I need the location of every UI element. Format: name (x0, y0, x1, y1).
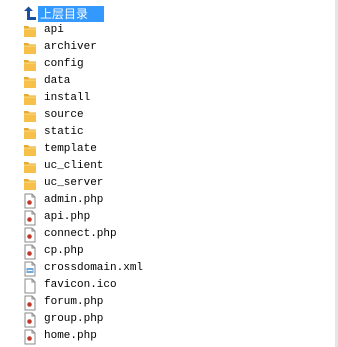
parent-directory-item[interactable]: 上层目录 (23, 5, 338, 22)
folder-item[interactable]: uc_server (23, 175, 338, 192)
folder-item[interactable]: config (23, 56, 338, 73)
xml-file-icon (23, 261, 37, 277)
folder-icon (23, 125, 37, 141)
file-name: admin.php (44, 194, 104, 206)
file-name: home.php (44, 330, 97, 342)
file-list: 上层目录 api archiver config data install source s… (23, 5, 338, 345)
folder-icon (23, 176, 37, 192)
php-file-icon (23, 244, 37, 260)
folder-item[interactable]: source (23, 107, 338, 124)
folder-icon (23, 108, 37, 124)
folder-item[interactable]: uc_client (23, 158, 338, 175)
folder-icon (23, 74, 37, 90)
file-item[interactable]: api.php (23, 209, 338, 226)
file-list-pane: 上层目录 api archiver config data install source s… (0, 0, 338, 347)
folder-item[interactable]: static (23, 124, 338, 141)
blank-file-icon (23, 278, 37, 294)
folder-icon (23, 40, 37, 56)
folder-name: uc_server (44, 177, 104, 189)
php-file-icon (23, 210, 37, 226)
up-arrow-icon (23, 6, 37, 22)
folder-name: install (44, 92, 91, 104)
php-file-icon (23, 295, 37, 311)
php-file-icon (23, 227, 37, 243)
folder-name: template (44, 143, 97, 155)
folder-name: config (44, 58, 84, 70)
file-name: forum.php (44, 296, 104, 308)
folder-icon (23, 142, 37, 158)
file-item[interactable]: favicon.ico (23, 277, 338, 294)
file-name: crossdomain.xml (44, 262, 144, 274)
parent-directory-label: 上层目录 (38, 5, 105, 22)
folder-item[interactable]: template (23, 141, 338, 158)
file-item[interactable]: admin.php (23, 192, 338, 209)
folder-name: uc_client (44, 160, 104, 172)
folder-icon (23, 91, 37, 107)
folder-name: api (44, 24, 64, 36)
folder-name: static (44, 126, 84, 138)
folder-item[interactable]: data (23, 73, 338, 90)
file-name: connect.php (44, 228, 117, 240)
file-item[interactable]: crossdomain.xml (23, 260, 338, 277)
php-file-icon (23, 329, 37, 345)
folder-name: source (44, 109, 84, 121)
file-name: cp.php (44, 245, 84, 257)
file-item[interactable]: group.php (23, 311, 338, 328)
folder-name: data (44, 75, 71, 87)
file-name: group.php (44, 313, 104, 325)
php-file-icon (23, 193, 37, 209)
folder-icon (23, 159, 37, 175)
file-name: api.php (44, 211, 91, 223)
folder-item[interactable]: api (23, 22, 338, 39)
file-name: favicon.ico (44, 279, 117, 291)
folder-item[interactable]: install (23, 90, 338, 107)
file-item[interactable]: forum.php (23, 294, 338, 311)
folder-icon (23, 23, 37, 39)
file-item[interactable]: connect.php (23, 226, 338, 243)
file-item[interactable]: home.php (23, 328, 338, 345)
file-item[interactable]: cp.php (23, 243, 338, 260)
folder-item[interactable]: archiver (23, 39, 338, 56)
folder-name: archiver (44, 41, 97, 53)
php-file-icon (23, 312, 37, 328)
folder-icon (23, 57, 37, 73)
